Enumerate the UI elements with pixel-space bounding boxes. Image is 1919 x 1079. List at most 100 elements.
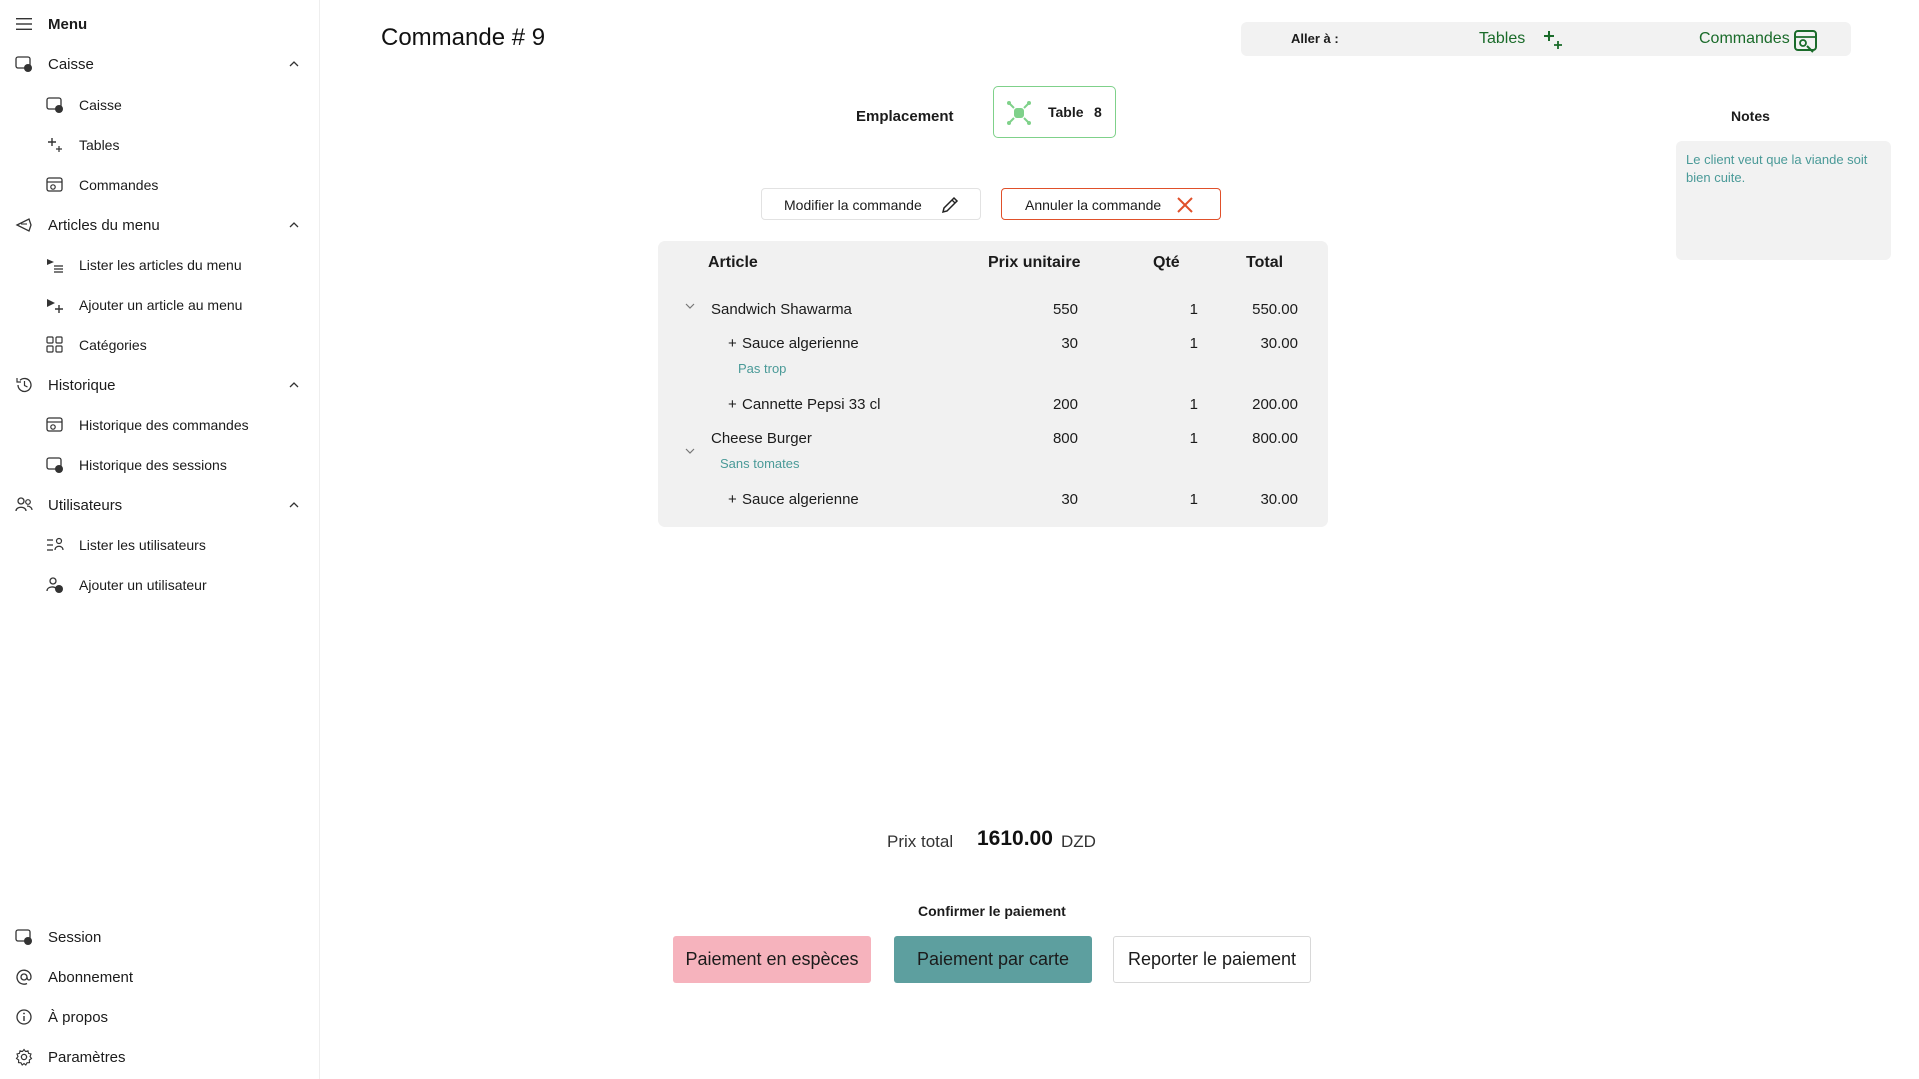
sidebar-item-history-orders[interactable]: Historique des commandes — [0, 405, 320, 445]
sidebar-item-history-sessions[interactable]: Historique des sessions — [0, 445, 320, 485]
item-qty: 1 — [1189, 491, 1198, 508]
sidebar-item-abonnement[interactable]: Abonnement — [0, 957, 320, 997]
cash-payment-button[interactable]: Paiement en espèces — [673, 936, 871, 983]
grid-icon — [46, 336, 64, 354]
sidebar-item-label: Catégories — [79, 337, 147, 353]
item-unit-price: 30 — [1061, 491, 1078, 508]
item-qty: 1 — [1189, 335, 1198, 352]
notes-text[interactable]: Le client veut que la viande soit bien c… — [1676, 141, 1891, 260]
sidebar-item-label: Historique des commandes — [79, 417, 249, 433]
close-icon — [1176, 196, 1194, 214]
sidebar-group-caisse[interactable]: Caisse — [0, 44, 320, 84]
register-icon — [15, 928, 33, 946]
cancel-order-button[interactable]: Annuler la commande — [1001, 188, 1221, 220]
sparkle-tables-icon — [46, 136, 64, 154]
sidebar-group-utilisateurs[interactable]: Utilisateurs — [0, 485, 320, 525]
column-header-unit-price: Prix unitaire — [988, 254, 1081, 271]
sidebar-item-caisse[interactable]: Caisse — [0, 85, 320, 125]
hamburger-icon — [15, 15, 33, 33]
location-label: Emplacement — [856, 108, 954, 125]
sidebar-item-add-user[interactable]: Ajouter un utilisateur — [0, 565, 320, 605]
total-label: Prix total — [887, 832, 954, 851]
sidebar-item-add-article[interactable]: Ajouter un article au menu — [0, 285, 320, 325]
item-unit-price: 550 — [1052, 301, 1078, 318]
item-total: 200.00 — [1252, 396, 1298, 413]
menu-label: Menu — [48, 15, 88, 33]
item-total: 550.00 — [1252, 301, 1298, 318]
sidebar-item-session[interactable]: Session — [0, 917, 320, 957]
table-label: Table — [1048, 104, 1084, 120]
sidebar-item-label: Commandes — [79, 177, 159, 193]
item-note: Sans tomates — [720, 456, 800, 471]
register-icon — [46, 456, 64, 474]
orders-icon — [46, 176, 64, 194]
addon-prefix: + — [728, 396, 737, 413]
item-unit-price: 800 — [1052, 430, 1078, 447]
gear-icon — [15, 1048, 33, 1066]
sidebar-item-tables[interactable]: Tables — [0, 125, 320, 165]
register-icon — [15, 55, 33, 73]
list-food-icon — [46, 256, 64, 274]
item-name: Cheese Burger — [711, 430, 812, 447]
card-payment-button[interactable]: Paiement par carte — [894, 936, 1092, 983]
sidebar-item-label: Ajouter un utilisateur — [79, 577, 207, 593]
page-title: Commande # 9 — [381, 24, 546, 51]
sidebar-group-articles[interactable]: Articles du menu — [0, 205, 320, 245]
table-number: 8 — [1094, 104, 1102, 120]
sidebar-item-categories[interactable]: Catégories — [0, 325, 320, 365]
item-qty: 1 — [1189, 430, 1198, 447]
chevron-down-icon[interactable] — [685, 448, 695, 458]
item-total: 800.00 — [1252, 430, 1298, 447]
item-name: Cannette Pepsi 33 cl — [742, 396, 881, 413]
sidebar-item-label: Abonnement — [48, 968, 134, 986]
confirm-payment-label: Confirmer le paiement — [918, 903, 1066, 919]
sidebar-item-label: Caisse — [48, 55, 94, 73]
at-icon — [15, 968, 33, 986]
sidebar-item-label: Utilisateurs — [48, 496, 123, 514]
item-unit-price: 200 — [1052, 396, 1078, 413]
sidebar-item-label: Ajouter un article au menu — [79, 297, 243, 313]
chevron-down-icon[interactable] — [685, 303, 695, 313]
people-icon — [15, 496, 33, 514]
sidebar-item-commandes[interactable]: Commandes — [0, 165, 320, 205]
sidebar-item-list-users[interactable]: Lister les utilisateurs — [0, 525, 320, 565]
main-content: Commande # 9 Aller à : Tables Commandes … — [321, 0, 1919, 1079]
addon-prefix: + — [728, 491, 737, 508]
modify-order-button[interactable]: Modifier la commande — [761, 188, 981, 220]
chevron-up-icon — [288, 499, 300, 511]
cancel-order-label: Annuler la commande — [1025, 197, 1162, 213]
pencil-icon — [940, 195, 960, 215]
sidebar-item-label: À propos — [48, 1008, 109, 1026]
sidebar: Menu Caisse Caisse Tables Commandes Arti… — [0, 0, 320, 1079]
sidebar-item-about[interactable]: À propos — [0, 997, 320, 1037]
sparkle-tables-icon[interactable] — [1541, 28, 1565, 52]
goto-tables-link[interactable]: Tables — [1479, 30, 1525, 48]
goto-orders-link[interactable]: Commandes — [1699, 30, 1790, 48]
sidebar-item-label: Lister les articles du menu — [79, 257, 242, 273]
menu-toggle[interactable]: Menu — [0, 4, 320, 44]
goto-bar: Aller à : Tables Commandes — [1241, 22, 1851, 56]
history-icon — [15, 376, 33, 394]
add-person-icon — [46, 576, 64, 594]
total-value: 1610.00 — [977, 827, 1053, 850]
item-unit-price: 30 — [1061, 335, 1078, 352]
sidebar-item-label: Tables — [79, 137, 120, 153]
order-table: Article Prix unitaire Qté Total Sandwich… — [658, 241, 1328, 527]
item-name: Sauce algerienne — [742, 491, 859, 508]
item-name: Sandwich Shawarma — [711, 301, 852, 318]
item-total: 30.00 — [1260, 491, 1298, 508]
orders-icon[interactable] — [1793, 28, 1817, 53]
sidebar-item-settings[interactable]: Paramètres — [0, 1037, 320, 1077]
table-chip[interactable]: Table 8 — [993, 86, 1116, 138]
sidebar-item-list-articles[interactable]: Lister les articles du menu — [0, 245, 320, 285]
sidebar-item-label: Caisse — [79, 97, 122, 113]
info-icon — [15, 1008, 33, 1026]
defer-payment-button[interactable]: Reporter le paiement — [1113, 936, 1311, 983]
chevron-up-icon — [288, 58, 300, 70]
sidebar-item-label: Historique des sessions — [79, 457, 227, 473]
item-note: Pas trop — [738, 361, 787, 376]
addon-prefix: + — [728, 335, 737, 352]
goto-label: Aller à : — [1291, 31, 1339, 46]
total-currency: DZD — [1061, 832, 1096, 851]
sidebar-group-historique[interactable]: Historique — [0, 365, 320, 405]
